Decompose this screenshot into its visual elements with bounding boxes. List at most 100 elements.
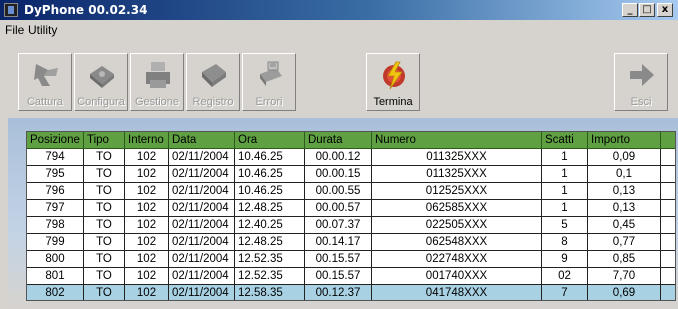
cell-ora: 12.40.25 xyxy=(235,217,305,234)
menu-file[interactable]: File xyxy=(5,23,24,37)
column-header-durata: Durata xyxy=(305,132,372,149)
cell-data: 02/11/2004 xyxy=(169,234,235,251)
cell-posizione: 797 xyxy=(27,200,84,217)
minimize-button[interactable]: _ xyxy=(622,3,638,17)
cell-scatti: 1 xyxy=(542,149,588,166)
cell-importo: 0,13 xyxy=(588,183,661,200)
gestione-label: Gestione xyxy=(134,96,180,108)
cell-durata: 00.07.37 xyxy=(305,217,372,234)
cell-interno: 102 xyxy=(125,285,169,300)
cell-numero: 022505XXX xyxy=(372,217,542,234)
cell-numero: 062585XXX xyxy=(372,200,542,217)
cell-durata: 00.00.12 xyxy=(305,149,372,166)
app-icon xyxy=(4,3,18,17)
row-filler xyxy=(661,268,675,285)
cell-durata: 00.00.15 xyxy=(305,166,372,183)
table-header[interactable]: Posizione Tipo Interno Data Ora Durata Numero S… xyxy=(27,132,675,149)
title-bar: DyPhone 00.02.34 _ □ x xyxy=(0,0,678,20)
esci-label: Esci xyxy=(630,96,652,108)
row-filler xyxy=(661,234,675,251)
row-filler xyxy=(661,149,675,166)
row-filler xyxy=(661,183,675,200)
cell-interno: 102 xyxy=(125,268,169,285)
cell-durata: 00.15.57 xyxy=(305,268,372,285)
window-title: DyPhone 00.02.34 xyxy=(24,3,148,17)
cell-ora: 12.58.35 xyxy=(235,285,305,300)
column-header-posizione: Posizione xyxy=(27,132,84,149)
cell-durata: 00.00.57 xyxy=(305,200,372,217)
cell-data: 02/11/2004 xyxy=(169,251,235,268)
cell-interno: 102 xyxy=(125,149,169,166)
maximize-button[interactable]: □ xyxy=(639,3,655,17)
cell-data: 02/11/2004 xyxy=(169,285,235,300)
calls-table: Posizione Tipo Interno Data Ora Durata Numero S… xyxy=(26,131,676,301)
errori-label: Errori xyxy=(255,96,283,108)
cell-interno: 102 xyxy=(125,183,169,200)
cell-importo: 0,45 xyxy=(588,217,661,234)
cell-ora: 12.48.25 xyxy=(235,234,305,251)
row-filler xyxy=(661,166,675,183)
cell-posizione: 794 xyxy=(27,149,84,166)
termina-button[interactable]: Termina xyxy=(366,53,420,111)
cell-ora: 10.46.25 xyxy=(235,149,305,166)
cell-tipo: TO xyxy=(84,217,125,234)
column-header-tipo: Tipo xyxy=(84,132,125,149)
cell-posizione: 802 xyxy=(27,285,84,300)
cell-interno: 102 xyxy=(125,217,169,234)
cell-data: 02/11/2004 xyxy=(169,200,235,217)
terminate-icon xyxy=(383,61,405,90)
table-row[interactable]: 798 TO 102 02/11/2004 12.40.25 00.07.37 022505… xyxy=(27,217,675,234)
cell-data: 02/11/2004 xyxy=(169,149,235,166)
cell-importo: 0,77 xyxy=(588,234,661,251)
column-header-importo: Importo xyxy=(588,132,661,149)
menu-utility[interactable]: Utility xyxy=(28,23,57,37)
esci-button[interactable]: Esci xyxy=(614,53,668,111)
register-icon xyxy=(202,64,226,87)
cell-interno: 102 xyxy=(125,234,169,251)
row-filler xyxy=(661,217,675,234)
cell-tipo: TO xyxy=(84,251,125,268)
cell-durata: 00.15.57 xyxy=(305,251,372,268)
cell-posizione: 799 xyxy=(27,234,84,251)
table-row[interactable]: 799 TO 102 02/11/2004 12.48.25 00.14.17 062548… xyxy=(27,234,675,251)
cell-ora: 12.52.35 xyxy=(235,268,305,285)
row-filler xyxy=(661,285,675,300)
cell-numero: 011325XXX xyxy=(372,166,542,183)
table-row[interactable]: 801 TO 102 02/11/2004 12.52.35 00.15.57 001740… xyxy=(27,268,675,285)
capture-icon xyxy=(34,64,58,86)
gestione-button[interactable]: Gestione xyxy=(130,53,184,111)
termina-label: Termina xyxy=(373,96,413,108)
column-header-ora: Ora xyxy=(235,132,305,149)
cell-numero: 022748XXX xyxy=(372,251,542,268)
cell-importo: 0,69 xyxy=(588,285,661,300)
registro-button[interactable]: Registro xyxy=(186,53,240,111)
table-row[interactable]: 796 TO 102 02/11/2004 10.46.25 00.00.55 012525… xyxy=(27,183,675,200)
cell-interno: 102 xyxy=(125,251,169,268)
cattura-button[interactable]: Cattura xyxy=(18,53,72,111)
cell-tipo: TO xyxy=(84,285,125,300)
cell-data: 02/11/2004 xyxy=(169,217,235,234)
close-button[interactable]: x xyxy=(657,3,673,17)
cell-ora: 12.48.25 xyxy=(235,200,305,217)
configura-label: Configura xyxy=(77,96,125,108)
table-row[interactable]: 802 TO 102 02/11/2004 12.58.35 00.12.37 041748… xyxy=(27,285,675,300)
column-header-interno: Interno xyxy=(125,132,169,149)
cell-tipo: TO xyxy=(84,234,125,251)
cell-scatti: 9 xyxy=(542,251,588,268)
cell-ora: 10.46.25 xyxy=(235,166,305,183)
table-row[interactable]: 800 TO 102 02/11/2004 12.52.35 00.15.57 022748… xyxy=(27,251,675,268)
cell-importo: 0,09 xyxy=(588,149,661,166)
table-row[interactable]: 797 TO 102 02/11/2004 12.48.25 00.00.57 062585… xyxy=(27,200,675,217)
manage-icon xyxy=(146,62,170,88)
cell-posizione: 800 xyxy=(27,251,84,268)
table-row[interactable]: 795 TO 102 02/11/2004 10.46.25 00.00.15 011325… xyxy=(27,166,675,183)
cell-durata: 00.12.37 xyxy=(305,285,372,300)
row-filler xyxy=(661,251,675,268)
cell-numero: 041748XXX xyxy=(372,285,542,300)
errori-button[interactable]: Errori xyxy=(242,53,296,111)
table-row[interactable]: 794 TO 102 02/11/2004 10.46.25 00.00.12 011325… xyxy=(27,149,675,166)
configure-icon xyxy=(90,66,114,88)
configura-button[interactable]: Configura xyxy=(74,53,128,111)
menu-bar: File Utility xyxy=(0,20,678,40)
column-header-scatti: Scatti xyxy=(542,132,588,149)
